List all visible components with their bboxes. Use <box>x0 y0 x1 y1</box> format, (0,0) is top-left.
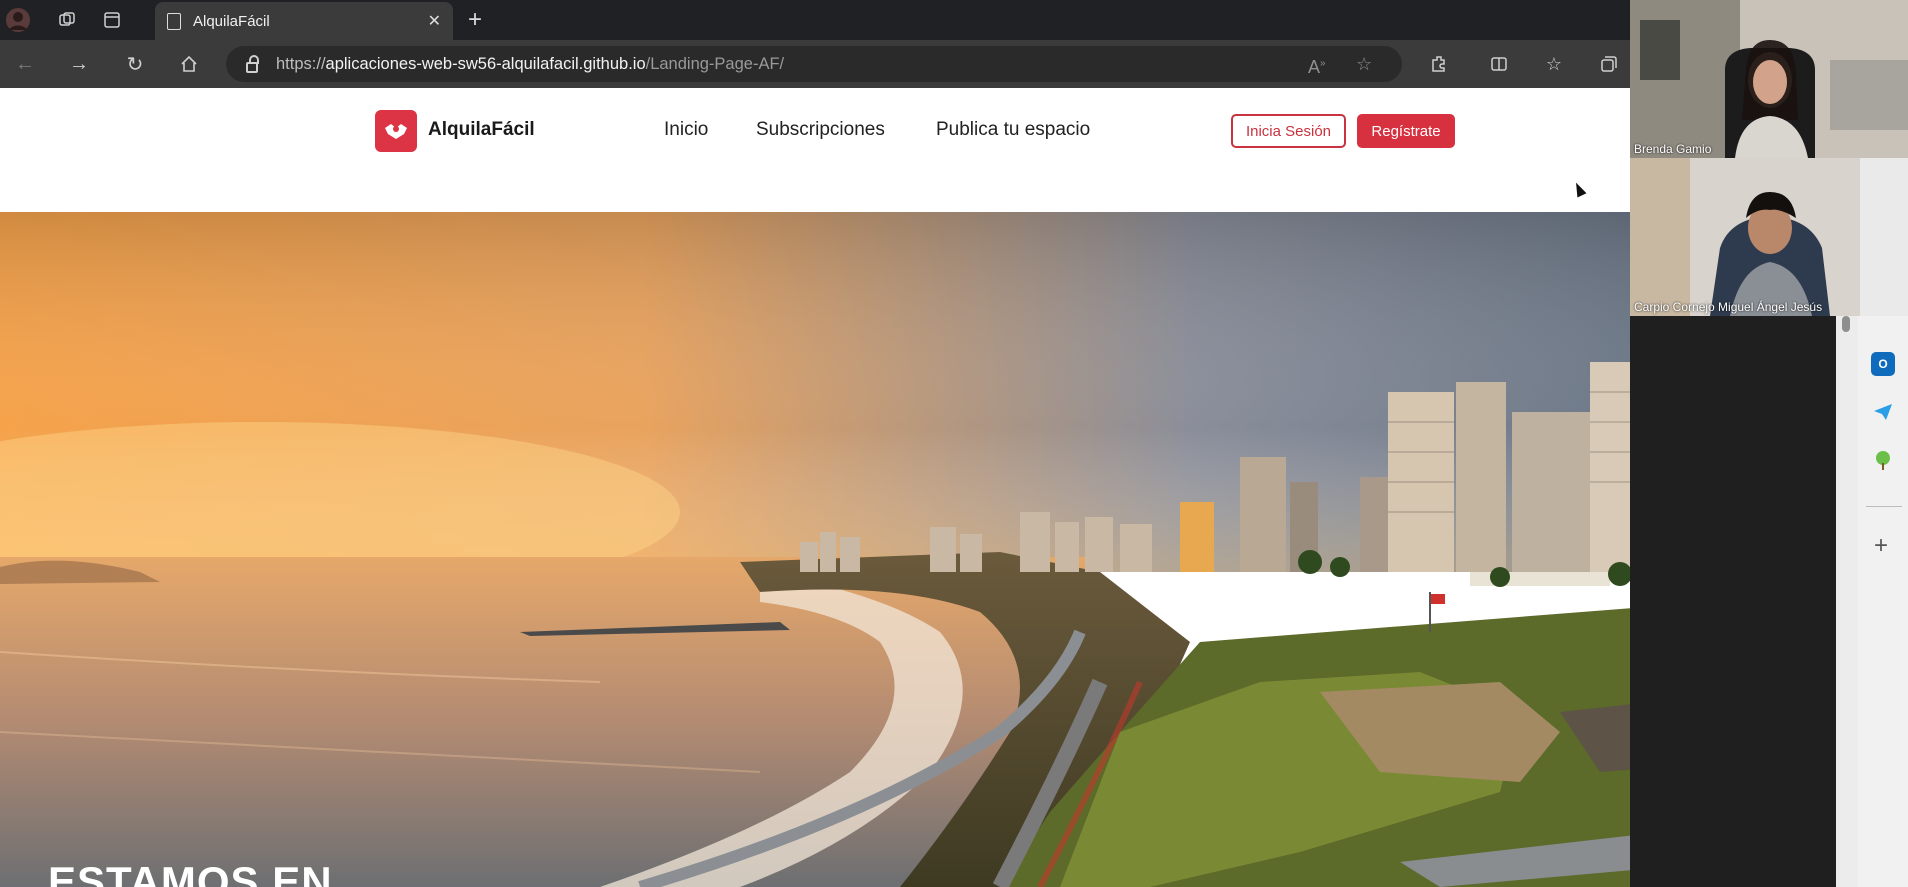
outlook-icon[interactable]: O <box>1871 352 1895 376</box>
read-aloud-icon[interactable]: A» <box>1308 46 1326 85</box>
page-icon <box>167 12 181 30</box>
site-navbar: AlquilaFácil Inicio Subscripciones Publi… <box>0 88 1630 212</box>
scrollbar-thumb[interactable] <box>1842 316 1850 332</box>
send-icon[interactable] <box>1871 400 1895 424</box>
hero-image: ESTAMOS EN <box>0 212 1630 887</box>
register-button[interactable]: Regístrate <box>1357 114 1455 148</box>
lock-icon[interactable] <box>246 54 259 73</box>
page-scrollbar[interactable] <box>1836 312 1858 887</box>
brand-logo-icon[interactable] <box>375 110 417 152</box>
sidebar-divider <box>1866 506 1902 507</box>
url-host: aplicaciones-web-sw56-alquilafacil.githu… <box>325 54 646 73</box>
close-tab-icon[interactable]: ✕ <box>428 11 441 31</box>
home-icon[interactable] <box>174 50 204 78</box>
brand-name[interactable]: AlquilaFácil <box>428 119 535 141</box>
profile-avatar-icon[interactable] <box>4 6 32 34</box>
participant-name-2: Carpio Cornejo Miguel Ángel Jesús <box>1634 300 1823 314</box>
mouse-cursor-icon <box>1571 180 1587 198</box>
back-icon[interactable]: ← <box>10 50 40 78</box>
extensions-icon[interactable] <box>1425 50 1453 78</box>
hero-heading: ESTAMOS EN <box>48 858 333 887</box>
web-page: AlquilaFácil Inicio Subscripciones Publi… <box>0 88 1630 887</box>
add-sidebar-app-icon[interactable]: + <box>1874 532 1888 560</box>
workspaces-icon[interactable] <box>53 6 81 34</box>
favorite-star-icon[interactable]: ☆ <box>1356 46 1372 82</box>
screen: AlquilaFácil ✕ + ← → ↻ https://aplicacio… <box>0 0 1908 887</box>
participant-video <box>1630 158 1908 316</box>
new-tab-icon[interactable]: + <box>468 6 482 34</box>
nav-subscripciones[interactable]: Subscripciones <box>756 119 885 141</box>
tab-actions-icon[interactable] <box>98 6 126 34</box>
active-tab[interactable]: AlquilaFácil ✕ <box>155 2 453 40</box>
video-tile-1: Brenda Gamio <box>1630 0 1908 158</box>
coastal-city-photo <box>0 212 1630 887</box>
split-screen-icon[interactable] <box>1485 50 1513 78</box>
browser-sidebar: O + <box>1858 312 1908 887</box>
address-toolbar: ← → ↻ https://aplicaciones-web-sw56-alqu… <box>0 40 1630 88</box>
collections-icon[interactable] <box>1595 50 1623 78</box>
tree-icon[interactable] <box>1871 448 1895 472</box>
refresh-icon[interactable]: ↻ <box>120 50 150 78</box>
nav-publica-espacio[interactable]: Publica tu espacio <box>936 119 1090 141</box>
tab-bar: AlquilaFácil ✕ + <box>0 0 1630 40</box>
url-path: /Landing-Page-AF/ <box>645 54 785 73</box>
participant-video <box>1630 0 1908 158</box>
tab-title: AlquilaFácil <box>193 12 270 30</box>
forward-icon[interactable]: → <box>64 50 94 78</box>
video-tile-2: Carpio Cornejo Miguel Ángel Jesús <box>1630 158 1908 316</box>
favorites-icon[interactable]: ☆ <box>1540 50 1568 78</box>
nav-inicio[interactable]: Inicio <box>664 119 708 141</box>
url-prefix: https:// <box>276 54 326 73</box>
login-button[interactable]: Inicia Sesión <box>1231 114 1346 148</box>
participant-name-1: Brenda Gamio <box>1634 142 1712 156</box>
url-bar[interactable]: https://aplicaciones-web-sw56-alquilafac… <box>226 46 1402 82</box>
